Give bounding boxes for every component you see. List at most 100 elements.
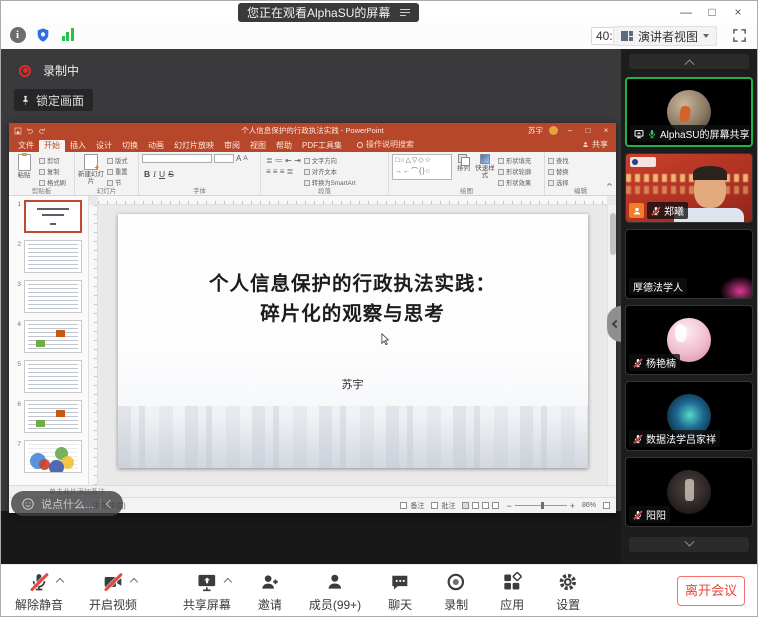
ribbon-item-形状轮廓[interactable]: 形状轮廓	[498, 167, 531, 176]
arrange-button[interactable]: 排列	[455, 154, 472, 186]
toolbar-button-聊天[interactable]: 聊天	[383, 571, 417, 613]
network-quality-icon[interactable]	[59, 26, 76, 43]
ppt-close-button[interactable]: ×	[600, 126, 612, 135]
new-slide-button[interactable]: 新建幻灯片	[78, 154, 104, 186]
participant-tile-厚德法学人[interactable]: 厚德法学人	[625, 229, 753, 299]
ribbon-tab-PDF工具集[interactable]: PDF工具集	[297, 140, 347, 152]
toolbar-button-开启视频[interactable]: 开启视频	[89, 571, 137, 613]
ribbon-item-复制[interactable]: 复制	[39, 167, 66, 176]
chevron-up-icon[interactable]	[224, 578, 232, 586]
redo-icon[interactable]	[38, 127, 46, 135]
lock-view-button[interactable]: 锁定画面	[14, 89, 93, 111]
font-size-box[interactable]	[214, 154, 234, 163]
leave-meeting-button[interactable]: 离开会议	[677, 576, 745, 606]
font-style-button-S[interactable]: S	[168, 169, 174, 179]
ppt-restore-button[interactable]: □	[582, 126, 594, 135]
font-style-button-U[interactable]: U	[159, 169, 165, 179]
chevron-up-icon[interactable]	[56, 578, 64, 586]
slide-sorter-icon[interactable]	[472, 502, 479, 509]
font-buttons[interactable]: BIUS	[142, 169, 257, 179]
font-name-box[interactable]	[142, 154, 212, 163]
slide-thumbnail-1[interactable]	[24, 200, 82, 233]
participant-tile-杨艳楠[interactable]: 杨艳楠	[625, 305, 753, 375]
ribbon-tab-切换[interactable]: 切换	[117, 140, 143, 152]
normal-view-icon[interactable]	[462, 502, 469, 509]
slide-thumbnail-panel[interactable]: 1234567	[9, 196, 89, 485]
ribbon-tab-插入[interactable]: 插入	[65, 140, 91, 152]
ribbon-item-文字方向[interactable]: 文字方向	[304, 156, 356, 165]
font-style-button-B[interactable]: B	[144, 169, 150, 179]
notes-toggle[interactable]: 备注	[400, 501, 424, 511]
ribbon-tab-视图[interactable]: 视图	[245, 140, 271, 152]
ribbon-item-对齐文本[interactable]: 对齐文本	[304, 167, 356, 176]
ribbon-tab-审阅[interactable]: 审阅	[219, 140, 245, 152]
ribbon-tab-开始[interactable]: 开始	[39, 140, 65, 152]
slide-thumbnail-2[interactable]	[24, 240, 82, 273]
ribbon-tab-文件[interactable]: 文件	[13, 140, 39, 152]
watching-banner[interactable]: 您正在观看AlphaSU的屏幕	[238, 3, 419, 22]
toolbar-button-解除静音[interactable]: 解除静音	[15, 571, 63, 613]
align-buttons[interactable]: ≡ ≡ ≡ ≣	[264, 167, 301, 176]
collapse-ribbon-icon[interactable]	[606, 175, 613, 193]
ppt-account-avatar[interactable]	[549, 126, 558, 135]
tell-me-search[interactable]: 操作说明搜索	[357, 139, 414, 152]
scroll-up-button[interactable]	[629, 54, 749, 69]
participant-tile-AlphaSU的屏幕共享[interactable]: AlphaSU的屏幕共享	[625, 77, 753, 147]
ribbon-tab-动画[interactable]: 动画	[143, 140, 169, 152]
participant-tile-郑曦[interactable]: 郑曦	[625, 153, 753, 223]
ppt-account-name[interactable]: 苏宇	[528, 125, 543, 136]
ribbon-tab-帮助[interactable]: 帮助	[271, 140, 297, 152]
paste-button[interactable]: 粘贴	[12, 154, 36, 186]
list-buttons[interactable]: ≣ ≔ ⇤ ⇥	[264, 156, 301, 165]
smiley-icon[interactable]	[21, 497, 35, 511]
ribbon-item-替换[interactable]: 替换	[548, 167, 569, 176]
save-icon[interactable]	[14, 127, 22, 135]
ribbon-item-版式[interactable]: 版式	[107, 156, 128, 165]
ppt-minimize-button[interactable]: –	[564, 126, 576, 135]
ribbon-item-查找[interactable]: 查找	[548, 156, 569, 165]
fullscreen-icon[interactable]	[732, 28, 747, 48]
chat-input-placeholder[interactable]: 说点什么...	[41, 496, 94, 512]
ribbon-item-重置[interactable]: 重置	[107, 167, 128, 176]
comments-toggle[interactable]: 批注	[431, 501, 455, 511]
slide-thumbnail-5[interactable]	[24, 360, 82, 393]
slide-scrollbar[interactable]	[607, 205, 616, 485]
slide-canvas[interactable]: 个人信息保护的行政执法实践： 碎片化的观察与思考 苏宇	[118, 214, 588, 468]
toolbar-button-共享屏幕[interactable]: 共享屏幕	[183, 571, 231, 613]
zoom-percent[interactable]: 86%	[582, 502, 596, 509]
ribbon-tab-设计[interactable]: 设计	[91, 140, 117, 152]
slide-thumbnail-7[interactable]	[24, 440, 82, 473]
undo-icon[interactable]	[26, 127, 34, 135]
chevron-up-icon[interactable]	[130, 578, 138, 586]
ribbon-item-剪切[interactable]: 剪切	[39, 156, 66, 165]
ribbon-item-形状填充[interactable]: 形状填充	[498, 156, 531, 165]
zoom-slider[interactable]: −+	[506, 501, 575, 511]
close-button[interactable]: ×	[725, 5, 751, 19]
quick-styles-button[interactable]: 快速样式	[475, 154, 495, 186]
minimize-button[interactable]: —	[673, 5, 699, 19]
font-style-button-I[interactable]: I	[153, 169, 156, 179]
participant-tile-阳阳[interactable]: 阳阳	[625, 457, 753, 527]
toolbar-button-邀请[interactable]: 邀请	[253, 571, 287, 613]
reading-view-icon[interactable]	[482, 502, 489, 509]
slide-thumbnail-3[interactable]	[24, 280, 82, 313]
shape-gallery[interactable]: □○△▽◇☆ →←⌒{}○	[392, 154, 452, 180]
sidebar-collapse-handle[interactable]	[607, 306, 621, 342]
toolbar-button-成员(99+)[interactable]: 成员(99+)	[309, 571, 361, 613]
participant-tile-数据法学吕家祥[interactable]: 数据法学吕家祥	[625, 381, 753, 451]
maximize-button[interactable]: □	[699, 5, 725, 19]
security-shield-icon[interactable]	[34, 26, 51, 43]
slide-thumbnail-4[interactable]	[24, 320, 82, 353]
slideshow-icon[interactable]	[492, 502, 499, 509]
scroll-down-button[interactable]	[629, 537, 749, 552]
collapse-chat-icon[interactable]	[106, 499, 114, 507]
slide-thumbnail-6[interactable]	[24, 400, 82, 433]
view-mode-dropdown[interactable]: 演讲者视图	[613, 26, 717, 46]
banner-menu-icon[interactable]	[400, 9, 410, 17]
quick-chat-bubble[interactable]: 说点什么...	[11, 491, 123, 516]
meeting-info-icon[interactable]: i	[9, 26, 26, 43]
ppt-share-button[interactable]: 共享	[574, 139, 616, 152]
ribbon-tab-幻灯片放映[interactable]: 幻灯片放映	[169, 140, 219, 152]
fit-slide-icon[interactable]	[603, 502, 610, 509]
toolbar-button-设置[interactable]: 设置	[551, 571, 585, 613]
